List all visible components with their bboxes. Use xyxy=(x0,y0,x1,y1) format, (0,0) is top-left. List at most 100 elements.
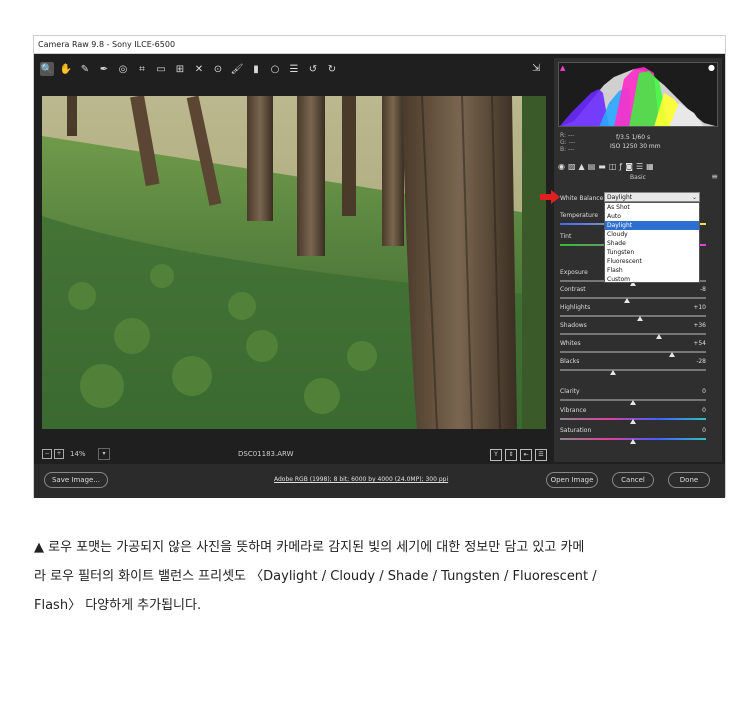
red-eye-icon[interactable]: ⊙ xyxy=(211,62,225,76)
crop-icon[interactable]: ⌗ xyxy=(135,62,149,76)
caption-line-3: Flash〉 다양하게 추가됩니다. xyxy=(34,598,202,613)
slider-value[interactable]: +10 xyxy=(676,304,706,311)
slider-thumb[interactable] xyxy=(609,370,616,375)
slider-label: Shadows xyxy=(560,322,587,329)
straighten-icon[interactable]: ▭ xyxy=(154,62,168,76)
hsl-tab-icon[interactable]: ▤ xyxy=(588,162,596,171)
wb-option[interactable]: Flash xyxy=(605,266,699,275)
spot-removal-icon[interactable]: ✕ xyxy=(192,62,206,76)
before-after-icon[interactable]: Y xyxy=(490,449,502,461)
slider-track[interactable] xyxy=(560,315,706,317)
effects-tab-icon[interactable]: ƒ xyxy=(619,162,622,171)
camera-calibration-tab-icon[interactable]: ◙ xyxy=(625,162,633,171)
hand-icon[interactable]: ✋ xyxy=(59,62,73,76)
rotate-right-icon[interactable]: ↻ xyxy=(325,62,339,76)
toggle-settings-icon[interactable]: ☰ xyxy=(535,449,547,461)
white-balance-dropdown: As Shot Auto Daylight Cloudy Shade Tungsten Fl… xyxy=(604,202,700,283)
slider-shadows: Shadows +36 xyxy=(560,322,712,340)
open-image-button[interactable]: Open Image xyxy=(546,472,598,488)
save-image-button[interactable]: Save Image... xyxy=(44,472,108,488)
white-balance-icon[interactable]: ✎ xyxy=(78,62,92,76)
zoom-in-button[interactable]: + xyxy=(54,449,64,459)
swap-icon[interactable]: ⇕ xyxy=(505,449,517,461)
camera-raw-window: Camera Raw 9.8 - Sony ILCE-6500 🔍 ✋ ✎ ✒ ◎ ⌗ ▭ ⊞… xyxy=(33,35,726,498)
graduated-filter-icon[interactable]: ▮ xyxy=(249,62,263,76)
wb-option[interactable]: Auto xyxy=(605,212,699,221)
color-sampler-icon[interactable]: ✒ xyxy=(97,62,111,76)
brush-icon[interactable]: 🖌 xyxy=(230,62,244,76)
slider-thumb[interactable] xyxy=(669,352,676,357)
snapshots-tab-icon[interactable]: ▦ xyxy=(646,162,654,171)
slider-label: Clarity xyxy=(560,388,580,395)
slider-track[interactable] xyxy=(560,333,706,335)
slider-vibrance: Vibrance 0 xyxy=(560,407,712,425)
window-title: Camera Raw 9.8 - Sony ILCE-6500 xyxy=(34,36,725,54)
slider-blacks: Blacks -28 xyxy=(560,358,712,376)
slider-track[interactable] xyxy=(560,351,706,353)
histogram: ▲ ● xyxy=(558,62,718,127)
slider-track[interactable] xyxy=(560,369,706,371)
slider-thumb[interactable] xyxy=(630,439,636,444)
panel-menu-icon[interactable]: ≡ xyxy=(711,172,718,181)
slider-thumb[interactable] xyxy=(624,298,631,303)
wb-option[interactable]: Cloudy xyxy=(605,230,699,239)
transform-icon[interactable]: ⊞ xyxy=(173,62,187,76)
radial-filter-icon[interactable]: ○ xyxy=(268,62,282,76)
slider-track[interactable] xyxy=(560,297,706,299)
done-button[interactable]: Done xyxy=(668,472,710,488)
wb-option[interactable]: Fluorescent xyxy=(605,257,699,266)
histogram-graph xyxy=(559,67,716,126)
pixel-readout: R: --- G: --- B: --- f/3.5 1/60 s ISO 12… xyxy=(560,132,716,156)
slider-label: Temperature xyxy=(560,212,599,219)
wb-option[interactable]: Shade xyxy=(605,239,699,248)
slider-thumb[interactable] xyxy=(656,334,663,339)
zoom-dropdown-icon[interactable]: ▾ xyxy=(98,448,110,460)
tone-curve-tab-icon[interactable]: ▨ xyxy=(568,162,576,171)
file-name: DSC01183.ARW xyxy=(238,450,294,458)
workflow-options-link[interactable]: Adobe RGB (1998); 8 bit; 6000 by 4000 (2… xyxy=(274,476,448,483)
caption-line-2: 라 로우 필터의 화이트 밸런스 프리셋도 〈Daylight / Cloudy… xyxy=(34,569,597,584)
slider-value[interactable]: 0 xyxy=(676,407,706,414)
slider-value[interactable]: -28 xyxy=(676,358,706,365)
zoom-level: 14% xyxy=(70,450,86,458)
preferences-icon[interactable]: ☰ xyxy=(287,62,301,76)
panel-title: Basic xyxy=(630,174,646,181)
green-readout: G: --- xyxy=(560,139,576,146)
blue-readout: B: --- xyxy=(560,146,575,153)
wb-option[interactable]: Daylight xyxy=(605,221,699,230)
view-buttons: Y ⇕ ⇤ ☰ xyxy=(490,449,547,461)
detail-tab-icon[interactable]: ▲ xyxy=(579,162,585,171)
slider-value[interactable]: 0 xyxy=(676,427,706,434)
slider-value[interactable]: +54 xyxy=(676,340,706,347)
slider-label: Vibrance xyxy=(560,407,587,414)
zoom-out-button[interactable]: − xyxy=(42,449,52,459)
white-balance-select[interactable]: Daylight ⌄ xyxy=(604,192,700,202)
slider-value[interactable]: +36 xyxy=(676,322,706,329)
wb-option[interactable]: Custom xyxy=(605,275,699,284)
highlight-clipping-icon[interactable]: ● xyxy=(708,63,715,72)
split-toning-tab-icon[interactable]: ▬ xyxy=(598,162,606,171)
wb-option[interactable]: Tungsten xyxy=(605,248,699,257)
slider-thumb[interactable] xyxy=(630,400,636,405)
copy-settings-icon[interactable]: ⇤ xyxy=(520,449,532,461)
image-preview[interactable] xyxy=(42,96,546,429)
target-adjust-icon[interactable]: ◎ xyxy=(116,62,130,76)
zoom-icon[interactable]: 🔍 xyxy=(40,62,54,76)
slider-label: Whites xyxy=(560,340,581,347)
slider-value[interactable]: 0 xyxy=(676,388,706,395)
panel-tabs: ◉ ▨ ▲ ▤ ▬ ◫ ƒ ◙ ☰ ▦ xyxy=(558,160,718,172)
cancel-button[interactable]: Cancel xyxy=(612,472,654,488)
toggle-fullscreen-icon[interactable]: ⇲ xyxy=(532,63,540,74)
presets-tab-icon[interactable]: ☰ xyxy=(636,162,643,171)
basic-tab-icon[interactable]: ◉ xyxy=(558,162,565,171)
slider-thumb[interactable] xyxy=(630,419,636,424)
white-balance-value: Daylight xyxy=(607,194,633,201)
zoom-buttons: − + xyxy=(42,449,64,459)
wb-option[interactable]: As Shot xyxy=(605,203,699,212)
lens-tab-icon[interactable]: ◫ xyxy=(609,162,617,171)
rotate-left-icon[interactable]: ↺ xyxy=(306,62,320,76)
slider-thumb[interactable] xyxy=(637,316,644,321)
slider-whites: Whites +54 xyxy=(560,340,712,358)
slider-value[interactable]: -8 xyxy=(676,286,706,293)
shadow-clipping-icon[interactable]: ▲ xyxy=(560,64,565,72)
